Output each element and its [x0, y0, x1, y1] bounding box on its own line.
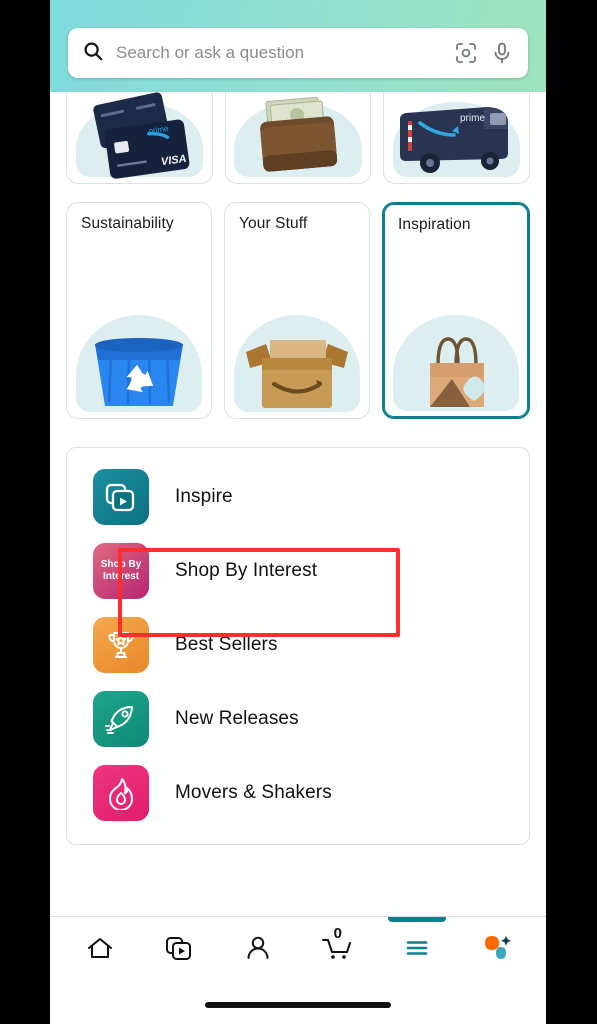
nav-item-home[interactable]: [60, 917, 139, 979]
home-icon: [87, 938, 112, 958]
card-label-your-stuff: Your Stuff: [239, 215, 308, 232]
active-tab-indicator: [387, 917, 446, 922]
card-wallet[interactable]: [224, 92, 372, 184]
microphone-icon[interactable]: [490, 41, 514, 65]
phone-viewport: prime VISA: [50, 0, 546, 1024]
bottom-navigation-bar: 0: [50, 916, 546, 1024]
menu-item-shop-by-interest[interactable]: Shop By Interest Shop By Interest: [67, 534, 529, 608]
menu-item-label: Movers & Shakers: [175, 782, 332, 803]
app-header: [50, 0, 546, 92]
shop-by-interest-tile-text: Shop By Interest: [100, 559, 142, 582]
search-input[interactable]: [104, 43, 442, 63]
inspire-stacked-play-icon: [93, 469, 149, 525]
menu-item-movers-and-shakers[interactable]: Movers & Shakers: [67, 756, 529, 830]
rocket-icon: [93, 691, 149, 747]
rufus-assistant-icon: [485, 936, 512, 959]
nav-item-rufus[interactable]: [457, 917, 536, 979]
menu-item-label: New Releases: [175, 708, 299, 729]
cart-badge-count: 0: [333, 925, 342, 942]
menu-item-label: Best Sellers: [175, 634, 278, 655]
trophy-icon: [93, 617, 149, 673]
card-label-sustainability: Sustainability: [81, 215, 174, 232]
card-artwork-tote-bag: [384, 293, 528, 417]
nav-item-inspire[interactable]: [139, 917, 218, 979]
card-prime-credit-cards[interactable]: prime VISA: [66, 92, 213, 184]
card-artwork-van: prime: [384, 92, 529, 183]
card-artwork-wallet: [226, 92, 371, 183]
card-row-top: prime VISA prime: [50, 92, 546, 184]
card-row-categories: Sustainability Your Stuff Inspiration: [50, 202, 546, 419]
svg-text:prime: prime: [460, 113, 485, 124]
card-artwork-amazon-box: [225, 293, 369, 418]
card-label-inspiration: Inspiration: [398, 216, 471, 233]
scroll-content: prime VISA prime Sustainability Your Stu…: [50, 92, 546, 916]
menu-item-inspire[interactable]: Inspire: [67, 460, 529, 534]
hamburger-menu-icon: [406, 941, 428, 955]
menu-item-label: Shop By Interest: [175, 560, 318, 581]
card-artwork-credit-cards: prime VISA: [67, 92, 212, 183]
menu-item-best-sellers[interactable]: Best Sellers: [67, 608, 529, 682]
shop-by-interest-icon: Shop By Interest: [93, 543, 149, 599]
screenshot-frame: prime VISA: [0, 0, 597, 1024]
nav-item-cart[interactable]: 0: [298, 917, 377, 979]
inspire-icon: [165, 937, 191, 960]
menu-list-card: Inspire Shop By Interest Shop By Interest: [66, 447, 530, 845]
search-icon: [82, 40, 104, 67]
camera-lens-icon[interactable]: [454, 41, 478, 65]
card-inspiration[interactable]: Inspiration: [382, 202, 530, 419]
nav-item-account[interactable]: [219, 917, 298, 979]
person-icon: [247, 936, 269, 959]
flame-icon: [93, 765, 149, 821]
search-bar[interactable]: [68, 28, 528, 78]
menu-item-new-releases[interactable]: New Releases: [67, 682, 529, 756]
card-sustainability[interactable]: Sustainability: [66, 202, 212, 419]
nav-item-menu[interactable]: [377, 917, 456, 979]
menu-item-label: Inspire: [175, 486, 233, 507]
home-indicator-bar: [205, 1002, 391, 1008]
card-artwork-recycling-bin: [67, 293, 211, 418]
card-prime-delivery-van[interactable]: prime: [383, 92, 531, 184]
card-your-stuff[interactable]: Your Stuff: [224, 202, 370, 419]
